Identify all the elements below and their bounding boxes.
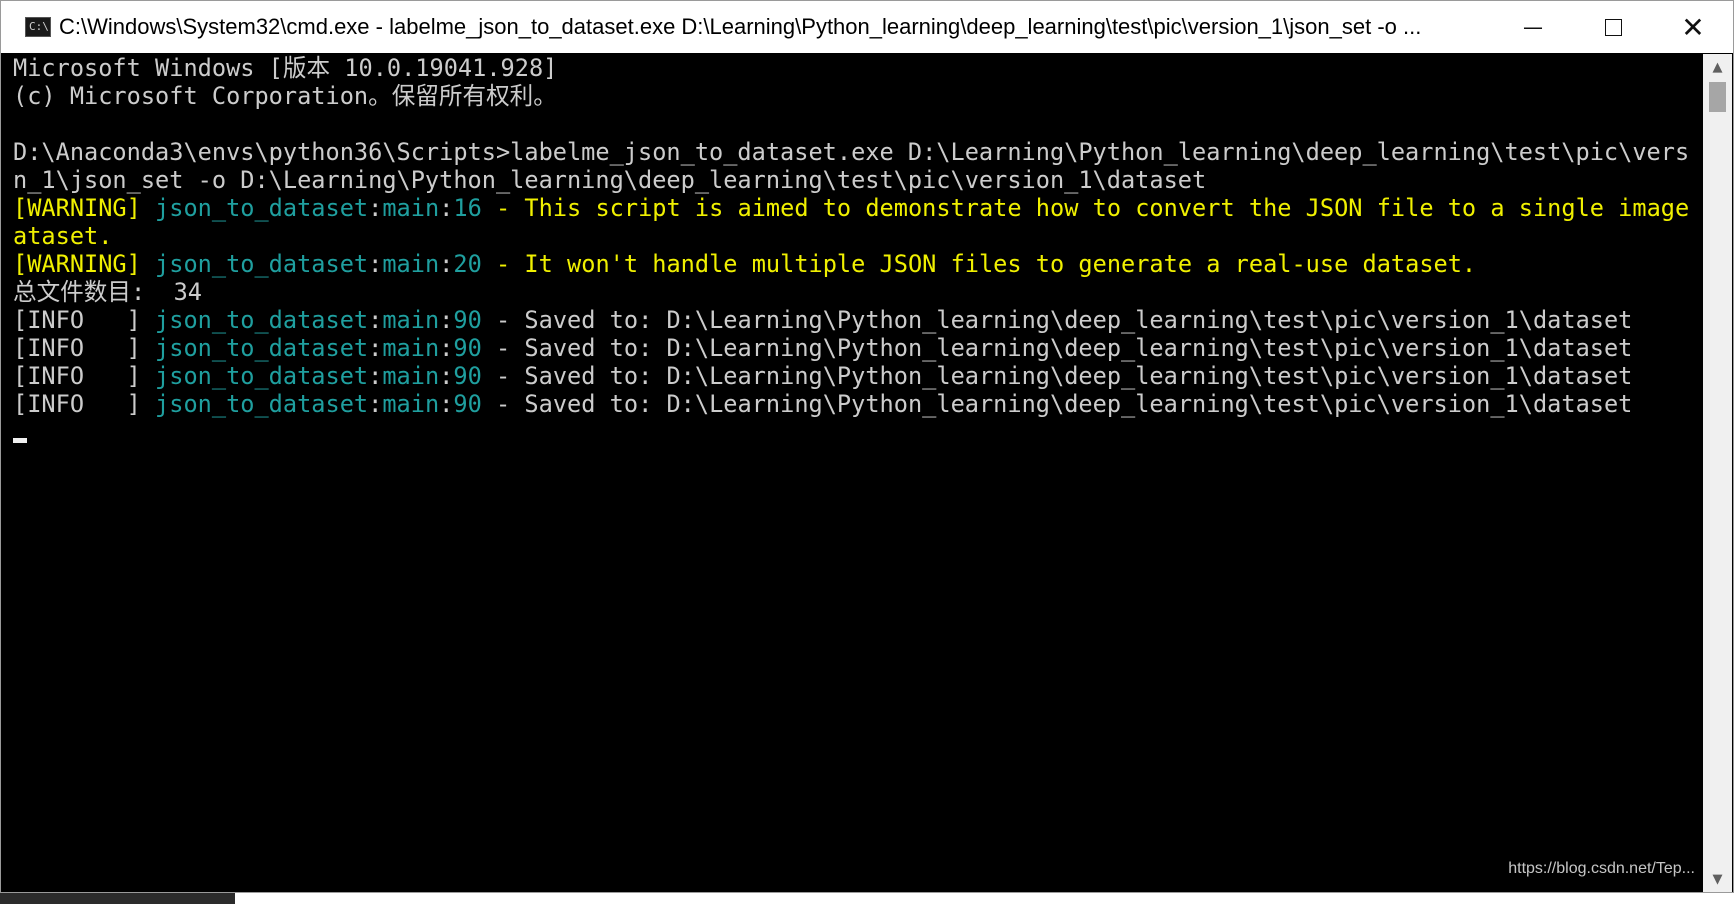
console-text-segment: main (382, 334, 440, 362)
console-text-segment: - Saved to: D:\Learning\Python_learning\… (481, 306, 1633, 334)
console-text-segment: - It won't handle multiple JSON files to… (481, 250, 1477, 278)
console-text-segment: - Saved to: D:\Learning\Python_learning\… (481, 362, 1633, 390)
console-text-segment: - Saved to: D:\Learning\Python_learning\… (481, 334, 1633, 362)
console-text-segment: [INFO ] (13, 334, 156, 362)
console-text-segment: - This script is aimed to demonstrate ho… (481, 194, 1691, 222)
console-text-segment: json_to_dataset (155, 250, 369, 278)
window-controls: — ✕ (1493, 1, 1733, 53)
minimize-button[interactable]: — (1493, 1, 1573, 53)
text-cursor (13, 438, 27, 443)
console-text-segment: 20 (453, 250, 482, 278)
console-line: (c) Microsoft Corporation。保留所有权利。 (13, 82, 557, 110)
console-text-segment: : (368, 194, 383, 222)
console-text-segment: [WARNING] (13, 250, 156, 278)
console-text-segment: : (439, 334, 454, 362)
watermark-text: https://blog.csdn.net/Tep... (1508, 860, 1695, 877)
console-text-segment: D:\Anaconda3\envs\python36\Scripts>label… (13, 138, 1691, 166)
console-text-segment: : (439, 306, 454, 334)
cmd-app-icon-label: C:\ (29, 20, 49, 33)
console-text-segment: : (368, 334, 383, 362)
console-text-segment: : (439, 250, 454, 278)
console-line: [INFO ] json_to_dataset:main:90 - Saved … (13, 362, 1632, 390)
console-text-segment: : (439, 194, 454, 222)
cmd-app-icon[interactable]: C:\ (25, 17, 51, 37)
cmd-window: C:\ C:\Windows\System32\cmd.exe - labelm… (0, 0, 1734, 893)
console-text-segment: : (368, 362, 383, 390)
console-line: n_1\json_set -o D:\Learning\Python_learn… (13, 166, 1206, 194)
console-line: 总文件数目: 34 (13, 278, 202, 306)
console-text-segment: main (382, 194, 440, 222)
console-text-segment: n_1\json_set -o D:\Learning\Python_learn… (13, 166, 1207, 194)
console-text-segment: 90 (453, 334, 482, 362)
scroll-thumb[interactable] (1709, 82, 1726, 112)
console-line: [WARNING] json_to_dataset:main:16 - This… (13, 194, 1691, 222)
console-text-segment: : (439, 362, 454, 390)
console-text-segment: main (382, 250, 440, 278)
console-text-segment: : (439, 390, 454, 418)
console-text-segment: Microsoft Windows [版本 10.0.19041.928] (13, 54, 558, 82)
console-line: Microsoft Windows [版本 10.0.19041.928] (13, 54, 557, 82)
console-text-segment: - Saved to: D:\Learning\Python_learning\… (481, 390, 1633, 418)
console-text-segment: [WARNING] (13, 194, 156, 222)
console-text-segment: 总文件数目: 34 (13, 278, 202, 306)
console-text-segment: : (368, 306, 383, 334)
console-line: D:\Anaconda3\envs\python36\Scripts>label… (13, 138, 1691, 166)
console-text-segment: [INFO ] (13, 362, 156, 390)
console-text-segment: main (382, 362, 440, 390)
console-line: [WARNING] json_to_dataset:main:20 - It w… (13, 250, 1476, 278)
console-text-segment: json_to_dataset (155, 334, 369, 362)
scroll-down-button[interactable]: ▼ (1703, 866, 1732, 892)
console-text-segment: main (382, 390, 440, 418)
console-text-segment: main (382, 306, 440, 334)
scroll-up-button[interactable]: ▲ (1703, 54, 1732, 80)
console-text-segment: [INFO ] (13, 306, 156, 334)
console-text-segment: 90 (453, 390, 482, 418)
console-text-segment: 90 (453, 362, 482, 390)
console-line: ataset. (13, 222, 112, 250)
console-line: [INFO ] json_to_dataset:main:90 - Saved … (13, 306, 1632, 334)
console-line: [INFO ] json_to_dataset:main:90 - Saved … (13, 390, 1632, 418)
close-icon: ✕ (1681, 10, 1705, 44)
background-strip (0, 893, 1734, 904)
chevron-up-icon: ▲ (1712, 59, 1723, 75)
window-title: C:\Windows\System32\cmd.exe - labelme_js… (59, 14, 1422, 39)
console-text-segment: [INFO ] (13, 390, 156, 418)
console-output[interactable]: Microsoft Windows [版本 10.0.19041.928] (c)… (13, 54, 1691, 892)
console-text-segment: json_to_dataset (155, 306, 369, 334)
maximize-button[interactable] (1573, 1, 1653, 53)
console-text-segment: (c) Microsoft Corporation。保留所有权利。 (13, 82, 557, 110)
console-text-segment: 90 (453, 306, 482, 334)
console-line: [INFO ] json_to_dataset:main:90 - Saved … (13, 334, 1632, 362)
close-button[interactable]: ✕ (1653, 1, 1733, 53)
console-text-segment: ataset. (13, 222, 113, 250)
console-text-segment: json_to_dataset (155, 194, 369, 222)
console-text-segment: json_to_dataset (155, 362, 369, 390)
vertical-scrollbar[interactable]: ▲ ▼ (1703, 54, 1732, 892)
background-dark-strip (0, 893, 235, 904)
console-text-segment: json_to_dataset (155, 390, 369, 418)
console-text-segment: : (368, 390, 383, 418)
maximize-icon (1604, 18, 1622, 36)
title-bar[interactable]: C:\ C:\Windows\System32\cmd.exe - labelm… (1, 1, 1733, 53)
chevron-down-icon: ▼ (1712, 871, 1723, 887)
console-text-segment: 16 (453, 194, 482, 222)
minimize-icon: — (1523, 15, 1543, 39)
console-text-segment: : (368, 250, 383, 278)
